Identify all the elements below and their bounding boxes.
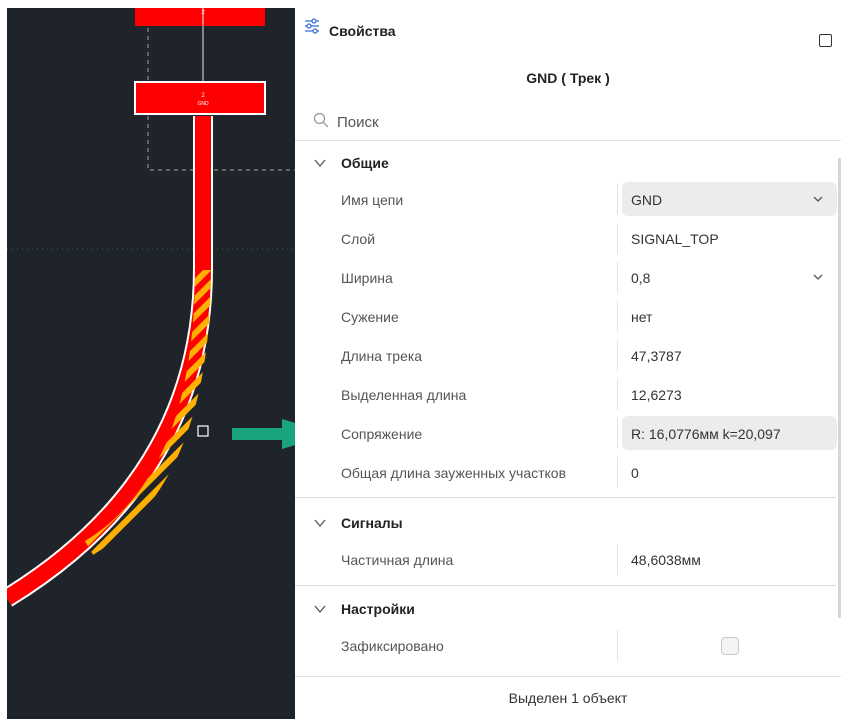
track-gnd[interactable]	[7, 116, 211, 605]
group-settings-header[interactable]: Настройки	[295, 594, 835, 624]
prop-row-partial-length: Частичная длина 48,6038мм	[295, 540, 835, 579]
group-separator	[295, 585, 836, 586]
pad-bottom[interactable]	[134, 81, 266, 115]
group-signals-header[interactable]: Сигналы	[295, 508, 835, 538]
prop-label: Зафиксировано	[341, 637, 444, 654]
group-separator	[295, 497, 836, 498]
prop-label: Выделенная длина	[341, 386, 467, 403]
prop-label: Частичная длина	[341, 551, 454, 568]
pad-top[interactable]	[135, 8, 265, 26]
search-icon	[313, 112, 329, 128]
prop-value: 0	[631, 464, 639, 481]
panel-title: Свойства	[329, 23, 396, 39]
pcb-drawing: 2 2 GND	[7, 8, 295, 607]
status-footer: Выделен 1 объект	[295, 676, 841, 719]
prop-value: 47,3787	[631, 347, 682, 364]
object-title: GND ( Трек )	[526, 70, 610, 86]
prop-label: Сопряжение	[341, 425, 423, 442]
prop-label: Слой	[341, 230, 376, 247]
search-input[interactable]	[335, 110, 799, 134]
group-title: Сигналы	[341, 515, 403, 531]
maximize-icon[interactable]	[819, 34, 832, 47]
prop-label: Общая длина зауженных участков	[341, 464, 567, 481]
chevron-down-icon	[314, 519, 326, 528]
prop-row-track-length: Длина трека 47,3787	[295, 336, 835, 375]
chevron-down-icon	[314, 159, 326, 168]
chevron-down-icon[interactable]	[812, 193, 824, 205]
selection-status: Выделен 1 объект	[508, 690, 628, 706]
chevron-down-icon[interactable]	[812, 271, 824, 283]
prop-row-necked-total-length: Общая длина зауженных участков 0	[295, 453, 835, 492]
group-general-header[interactable]: Общие	[295, 148, 835, 178]
locked-checkbox[interactable]	[721, 637, 739, 655]
prop-value: 12,6273	[631, 386, 682, 403]
chevron-down-icon	[314, 605, 326, 614]
pad-net-label: GND	[197, 101, 209, 107]
prop-row-selected-length: Выделенная длина 12,6273	[295, 375, 835, 414]
prop-value: 0,8	[631, 269, 651, 286]
prop-row-net-name: Имя цепи GND	[295, 180, 837, 219]
prop-row-locked: Зафиксировано	[295, 626, 835, 665]
panel-header: Свойства	[295, 8, 841, 48]
arc-center-handle[interactable]	[197, 425, 209, 437]
prop-value: SIGNAL_TOP	[631, 230, 719, 247]
pcb-canvas[interactable]: 2 2 GND	[7, 8, 295, 719]
prop-value: 48,6038мм	[631, 551, 701, 568]
prop-value: нет	[631, 308, 653, 325]
prop-row-necking: Сужение нет	[295, 297, 835, 336]
prop-label: Ширина	[341, 269, 393, 286]
prop-value: GND	[631, 191, 663, 208]
width-select[interactable]	[622, 260, 837, 294]
prop-label: Длина трека	[341, 347, 423, 364]
search-bar	[295, 104, 841, 141]
prop-row-width: Ширина 0,8	[295, 258, 835, 297]
properties-panel: Свойства GND ( Трек ) Общие Имя цепи GND…	[295, 8, 841, 719]
prop-label: Имя цепи	[341, 191, 404, 208]
prop-value: R: 16,0776мм k=20,097	[631, 425, 781, 442]
prop-row-arc-fit: Сопряжение R: 16,0776мм k=20,097	[295, 414, 837, 453]
group-title: Общие	[341, 155, 389, 171]
group-title: Настройки	[341, 601, 415, 617]
sliders-icon	[305, 18, 319, 34]
prop-label: Сужение	[341, 308, 399, 325]
prop-row-layer: Слой SIGNAL_TOP	[295, 219, 835, 258]
